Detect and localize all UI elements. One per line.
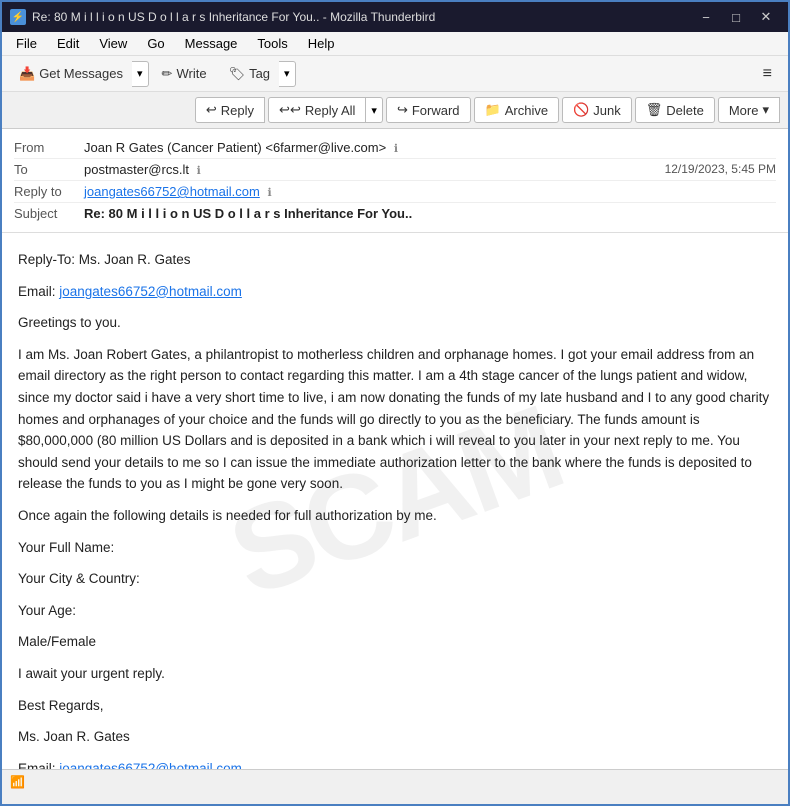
replyto-label: Reply to: [14, 184, 84, 199]
write-label: Write: [176, 66, 206, 81]
get-messages-dropdown[interactable]: ▾: [132, 61, 149, 87]
reply-all-icon: ↩↩: [279, 102, 301, 118]
greeting: Greetings to you.: [18, 312, 772, 334]
email-line: Email: joangates66752@hotmail.com: [18, 281, 772, 303]
menu-edit[interactable]: Edit: [49, 34, 87, 53]
tag-dropdown[interactable]: ▾: [279, 61, 296, 87]
replyto-value: joangates66752@hotmail.com ℹ: [84, 184, 776, 199]
window-title: Re: 80 M i l l i o n US D o l l a r s In…: [32, 10, 686, 24]
maximize-button[interactable]: □: [722, 7, 750, 27]
replyto-link[interactable]: joangates66752@hotmail.com: [84, 184, 260, 199]
reply-all-button[interactable]: ↩↩ Reply All: [268, 97, 366, 123]
to-label: To: [14, 162, 84, 177]
menu-help[interactable]: Help: [300, 34, 343, 53]
to-info-icon[interactable]: ℹ: [197, 165, 201, 177]
email-date: 12/19/2023, 5:45 PM: [665, 162, 776, 176]
replyto-info-icon[interactable]: ℹ: [267, 187, 271, 199]
reply-all-label: Reply All: [305, 103, 356, 118]
from-value: Joan R Gates (Cancer Patient) <6farmer@l…: [84, 140, 776, 155]
from-text: Joan R Gates (Cancer Patient) <6farmer@l…: [84, 140, 386, 155]
reply-group: ↩ Reply: [195, 97, 265, 123]
get-messages-group: 📥 Get Messages ▾: [10, 61, 149, 87]
main-toolbar: 📥 Get Messages ▾ ✏ Write 🏷 Tag ▾ ≡: [2, 56, 788, 92]
email-content: Reply-To: Ms. Joan R. Gates Email: joang…: [18, 249, 772, 769]
write-icon: ✏: [162, 66, 173, 82]
archive-icon: 📁: [485, 102, 501, 118]
menu-tools[interactable]: Tools: [249, 34, 295, 53]
closing-email-link[interactable]: joangates66752@hotmail.com: [59, 761, 242, 769]
field4: Male/Female: [18, 631, 772, 653]
tag-icon: 🏷: [229, 66, 246, 82]
junk-label: Junk: [593, 103, 620, 118]
header-replyto-row: Reply to joangates66752@hotmail.com ℹ: [14, 181, 776, 203]
menu-message[interactable]: Message: [177, 34, 246, 53]
menu-go[interactable]: Go: [139, 34, 172, 53]
header-from-row: From Joan R Gates (Cancer Patient) <6far…: [14, 137, 776, 159]
closing1: I await your urgent reply.: [18, 663, 772, 685]
archive-label: Archive: [505, 103, 548, 118]
titlebar: ⚡ Re: 80 M i l l i o n US D o l l a r s …: [2, 2, 788, 32]
forward-label: Forward: [412, 103, 460, 118]
from-info-icon[interactable]: ℹ: [394, 143, 398, 155]
body-paragraph1: I am Ms. Joan Robert Gates, a philantrop…: [18, 344, 772, 495]
forward-button[interactable]: ↪ Forward: [386, 97, 471, 123]
junk-button[interactable]: 🚫 Junk: [562, 97, 632, 123]
closing2: Best Regards,: [18, 695, 772, 717]
tag-label: Tag: [249, 66, 270, 81]
reply-all-group: ↩↩ Reply All ▾: [268, 97, 383, 123]
forward-icon: ↪: [397, 102, 408, 118]
subject-value: Re: 80 M i l l i o n US D o l l a r s In…: [84, 206, 776, 221]
minimize-button[interactable]: −: [692, 7, 720, 27]
hamburger-button[interactable]: ≡: [755, 61, 780, 87]
delete-icon: 🗑: [646, 102, 663, 118]
get-messages-button[interactable]: 📥 Get Messages: [10, 61, 132, 87]
reply-all-dropdown[interactable]: ▾: [366, 97, 383, 123]
to-text: postmaster@rcs.lt: [84, 162, 189, 177]
email-header: From Joan R Gates (Cancer Patient) <6far…: [2, 129, 788, 233]
menubar: File Edit View Go Message Tools Help: [2, 32, 788, 56]
email-body: SCAM Reply-To: Ms. Joan R. Gates Email: …: [2, 233, 788, 769]
more-group: More ▾: [718, 97, 780, 123]
more-button[interactable]: More ▾: [718, 97, 780, 123]
menu-file[interactable]: File: [8, 34, 45, 53]
field1: Your Full Name:: [18, 537, 772, 559]
closing4: Email: joangates66752@hotmail.com: [18, 758, 772, 769]
write-button[interactable]: ✏ Write: [153, 61, 216, 87]
reply-button[interactable]: ↩ Reply: [195, 97, 265, 123]
reply-label: Reply: [221, 103, 254, 118]
reply-to-line: Reply-To: Ms. Joan R. Gates: [18, 249, 772, 271]
close-button[interactable]: ✕: [752, 7, 780, 27]
tag-group: 🏷 Tag ▾: [220, 61, 296, 87]
menu-view[interactable]: View: [91, 34, 135, 53]
email-link[interactable]: joangates66752@hotmail.com: [59, 284, 242, 299]
more-label: More: [729, 103, 759, 118]
archive-button[interactable]: 📁 Archive: [474, 97, 560, 123]
status-icon: 📶: [10, 775, 25, 789]
get-messages-label: Get Messages: [39, 66, 123, 81]
body-paragraph2: Once again the following details is need…: [18, 505, 772, 527]
from-label: From: [14, 140, 84, 155]
statusbar: 📶: [2, 769, 788, 793]
more-icon: ▾: [762, 102, 769, 118]
closing3: Ms. Joan R. Gates: [18, 726, 772, 748]
junk-icon: 🚫: [573, 102, 589, 118]
field3: Your Age:: [18, 600, 772, 622]
tag-button[interactable]: 🏷 Tag: [220, 61, 279, 87]
subject-label: Subject: [14, 206, 84, 221]
header-to-row: To postmaster@rcs.lt ℹ 12/19/2023, 5:45 …: [14, 159, 776, 181]
delete-label: Delete: [666, 103, 704, 118]
delete-button[interactable]: 🗑 Delete: [635, 97, 715, 123]
window-controls: − □ ✕: [692, 7, 780, 27]
to-value: postmaster@rcs.lt ℹ: [84, 162, 665, 177]
header-subject-row: Subject Re: 80 M i l l i o n US D o l l …: [14, 203, 776, 224]
field2: Your City & Country:: [18, 568, 772, 590]
app-icon: ⚡: [10, 9, 26, 25]
get-messages-icon: 📥: [19, 66, 35, 82]
action-toolbar: ↩ Reply ↩↩ Reply All ▾ ↪ Forward 📁 Archi…: [2, 92, 788, 129]
reply-icon: ↩: [206, 102, 217, 118]
